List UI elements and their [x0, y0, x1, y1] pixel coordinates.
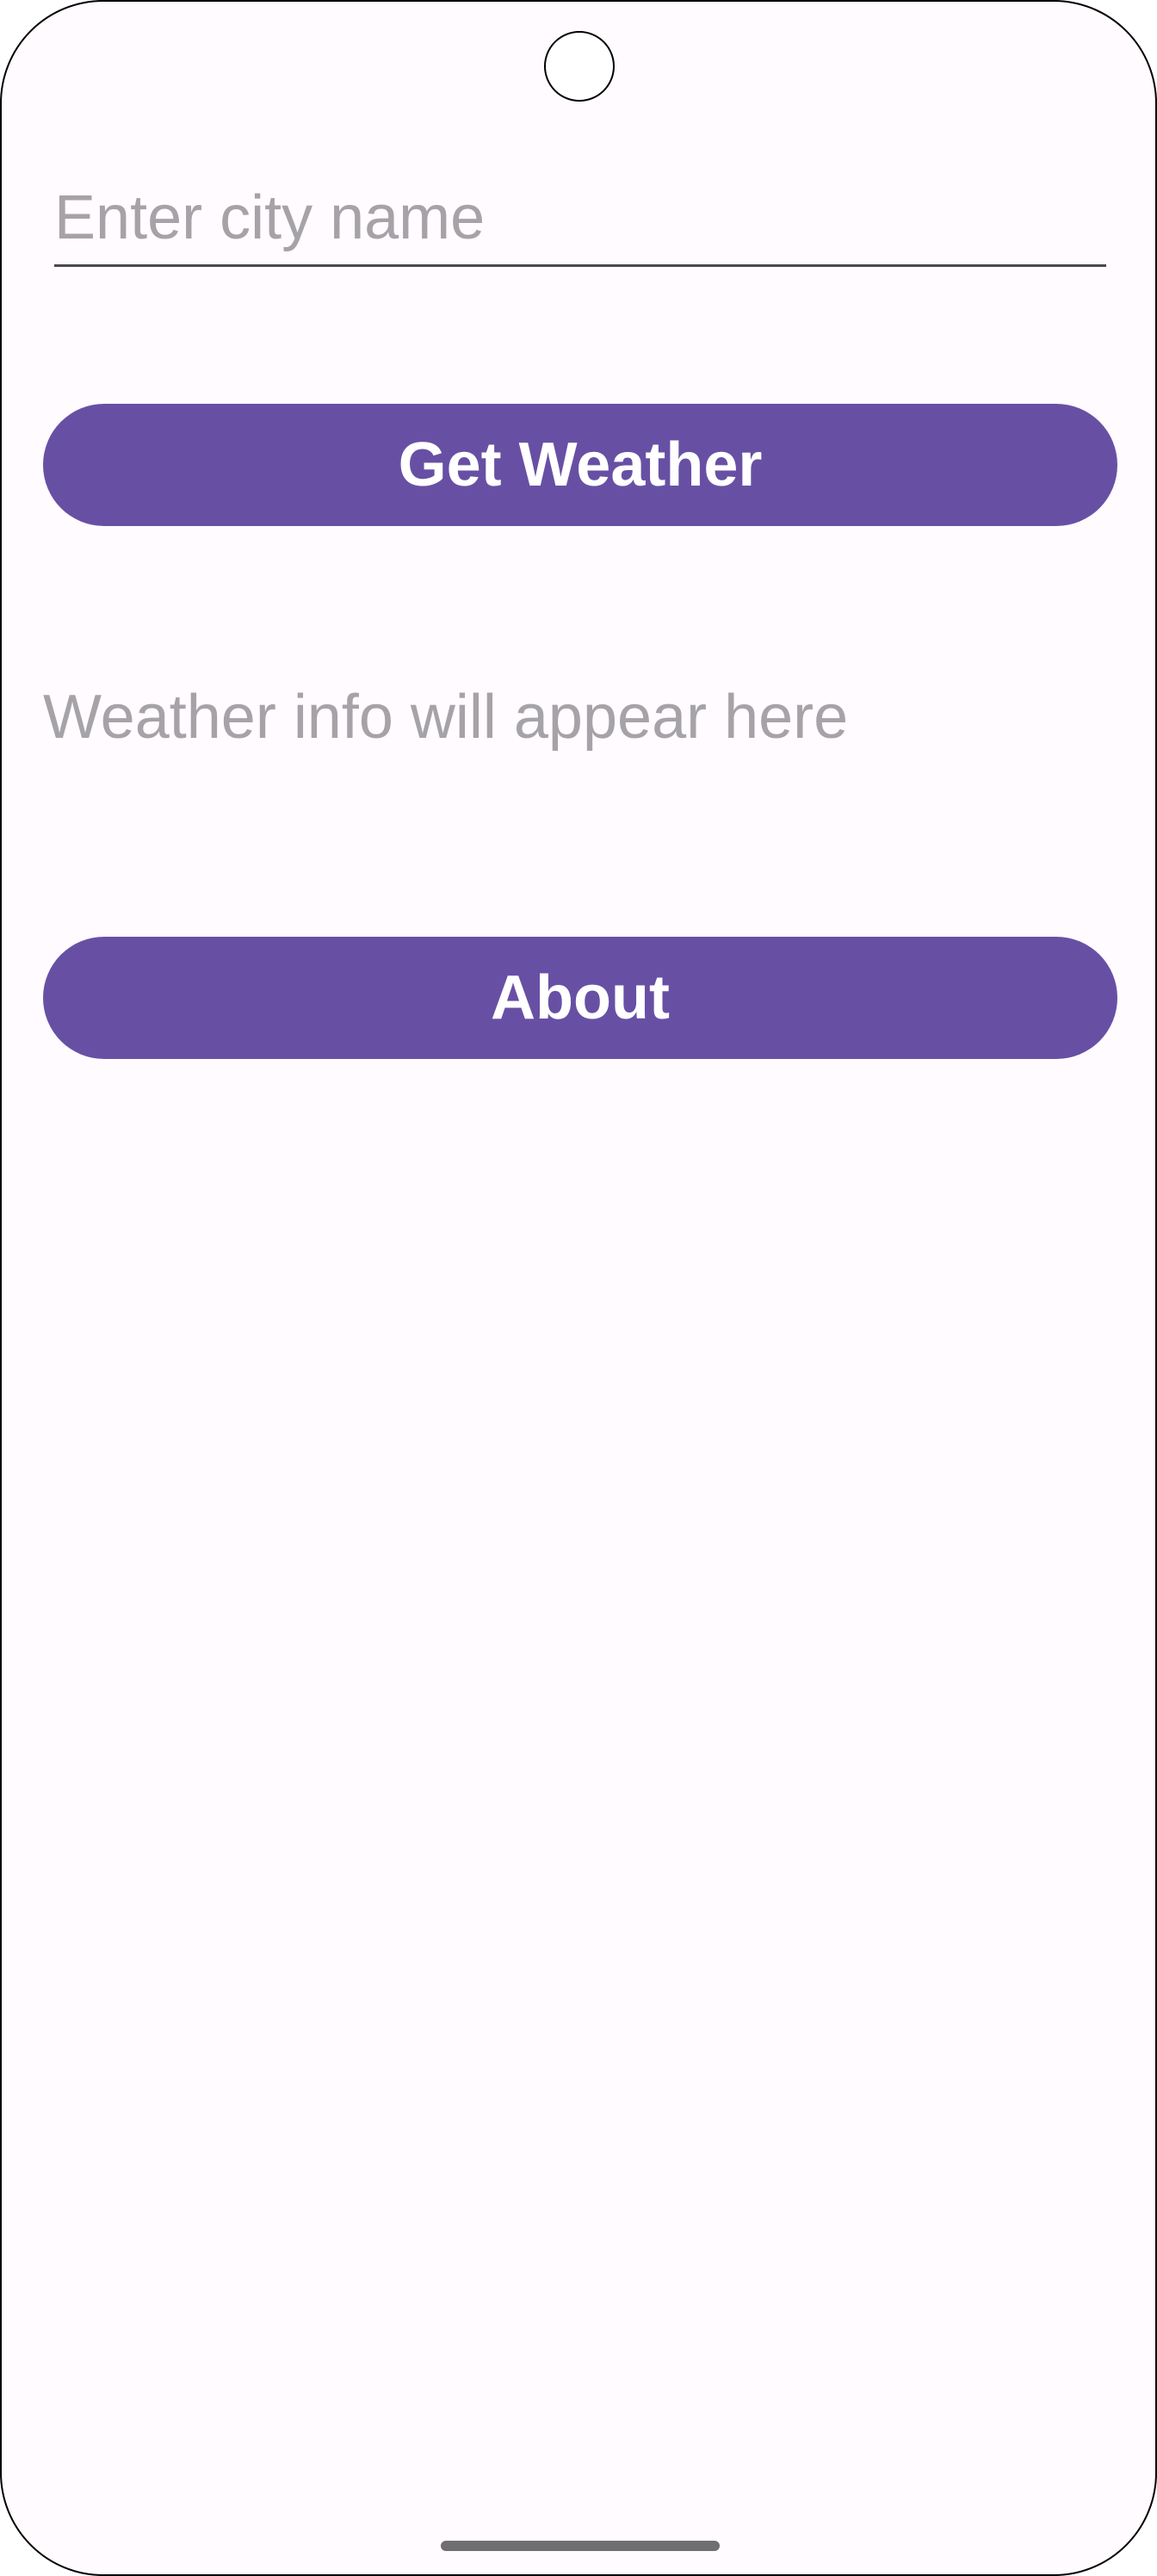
phone-frame: Get Weather Weather info will appear her… [0, 0, 1157, 2576]
camera-cutout [544, 31, 615, 102]
weather-info-text: Weather info will appear here [43, 683, 849, 752]
status-bar [2, 2, 1155, 131]
about-button[interactable]: About [43, 937, 1117, 1059]
get-weather-button[interactable]: Get Weather [43, 404, 1117, 526]
gesture-nav-handle[interactable] [441, 2541, 720, 2551]
city-name-input[interactable] [54, 170, 1106, 267]
